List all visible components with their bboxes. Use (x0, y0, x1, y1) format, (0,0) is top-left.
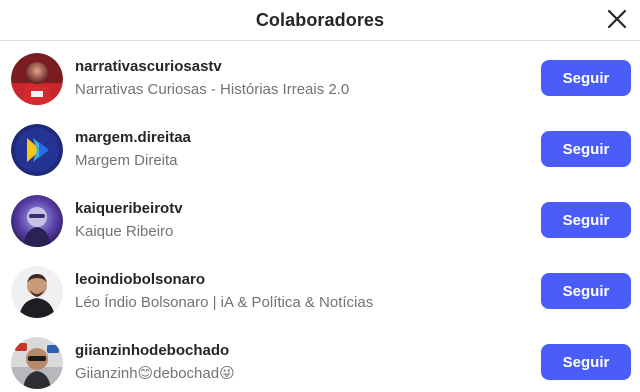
list-item: margem.direitaa Margem Direita Seguir (0, 114, 640, 185)
user-text: narrativascuriosastv Narrativas Curiosas… (75, 57, 349, 100)
collaborators-dialog: Colaboradores narrativascuriosastv Narra… (0, 0, 640, 392)
follow-button[interactable]: Seguir (541, 60, 631, 96)
list-item: kaiqueribeirotv Kaique Ribeiro Seguir (0, 185, 640, 256)
full-name: Léo Índio Bolsonaro | iA & Política & No… (75, 294, 374, 311)
avatar[interactable] (11, 124, 63, 176)
username[interactable]: narrativascuriosastv (75, 57, 349, 77)
follow-button[interactable]: Seguir (541, 131, 631, 167)
list-item: narrativascuriosastv Narrativas Curiosas… (0, 43, 640, 114)
list-item: leoindiobolsonaro Léo Índio Bolsonaro | … (0, 256, 640, 327)
list-item: giianzinhodebochado Giianzinh😊debochad😜 … (0, 327, 640, 392)
avatar[interactable] (11, 337, 63, 389)
full-name: Kaique Ribeiro (75, 223, 174, 240)
user-text: margem.direitaa Margem Direita (75, 128, 191, 171)
full-name: Margem Direita (75, 152, 178, 169)
avatar[interactable] (11, 266, 63, 318)
user-text: leoindiobolsonaro Léo Índio Bolsonaro | … (75, 270, 373, 313)
avatar[interactable] (11, 53, 63, 105)
dialog-header: Colaboradores (0, 0, 640, 41)
follow-button[interactable]: Seguir (541, 202, 631, 238)
follow-button[interactable]: Seguir (541, 344, 631, 380)
full-name: Giianzinh😊debochad😜 (75, 365, 235, 382)
dialog-title: Colaboradores (255, 9, 385, 30)
user-text: kaiqueribeirotv Kaique Ribeiro (75, 199, 183, 242)
full-name: Narrativas Curiosas - Histórias Irreais … (75, 81, 350, 98)
username[interactable]: kaiqueribeirotv (75, 199, 183, 219)
avatar[interactable] (11, 195, 63, 247)
close-icon (607, 9, 627, 29)
follow-button[interactable]: Seguir (541, 273, 631, 309)
user-text: giianzinhodebochado Giianzinh😊debochad😜 (75, 341, 235, 384)
close-button[interactable] (602, 4, 632, 34)
username[interactable]: leoindiobolsonaro (75, 270, 373, 290)
username[interactable]: giianzinhodebochado (75, 341, 235, 361)
username[interactable]: margem.direitaa (75, 128, 191, 148)
